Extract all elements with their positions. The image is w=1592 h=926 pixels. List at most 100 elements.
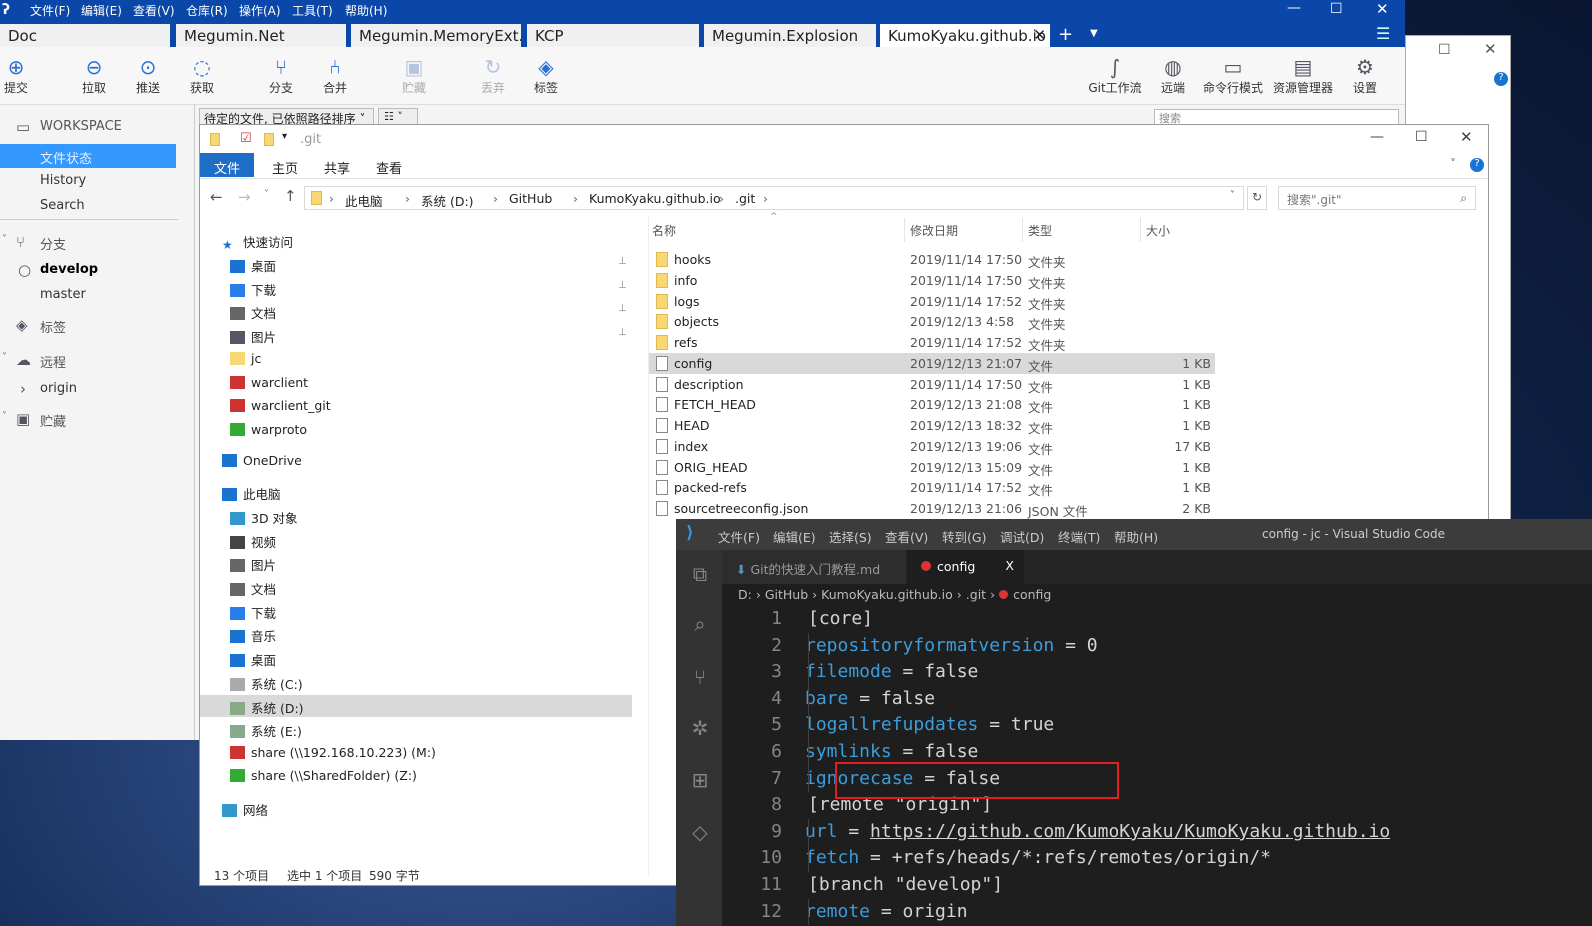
close-button[interactable]: ✕	[1484, 40, 1497, 58]
toolbar-button-terminal[interactable]: ▭ 命令行模式	[1203, 55, 1263, 96]
menu-item[interactable]: 工具(T)	[292, 2, 333, 19]
file-row[interactable]: refs 2019/11/14 17:52 文件夹	[649, 332, 1215, 353]
sidebar-item[interactable]: Search	[0, 194, 195, 218]
help-icon[interactable]: ?	[1494, 72, 1508, 86]
breadcrumb-separator-icon[interactable]: ›	[763, 191, 768, 206]
menu-item[interactable]: 选择(S)	[829, 527, 872, 546]
pin-icon[interactable]: ⊥	[618, 327, 627, 338]
repo-tab[interactable]: Megumin.Net	[176, 24, 346, 47]
file-row[interactable]: ORIG_HEAD 2019/12/13 15:09 文件 1 KB	[649, 457, 1215, 478]
breadcrumb-separator-icon[interactable]: ›	[493, 191, 498, 206]
toolbar-button-plus-circle[interactable]: ⊕ 提交	[0, 55, 41, 96]
file-row[interactable]: sourcetreeconfig.json 2019/12/13 21:06 JSO…	[649, 498, 1215, 519]
breadcrumb-item[interactable]: 系统 (D:)	[421, 191, 474, 210]
nav-item[interactable]: 桌面	[230, 256, 276, 275]
sidebar-remotes[interactable]: ☁ ˅ 远程	[0, 348, 195, 372]
up-button[interactable]: ↑	[284, 187, 297, 205]
file-row[interactable]: hooks 2019/11/14 17:50 文件夹	[649, 249, 1215, 270]
column-header[interactable]: 类型	[1028, 222, 1052, 239]
file-row[interactable]: index 2019/12/13 19:06 文件 17 KB	[649, 436, 1215, 457]
breadcrumb-item[interactable]: config	[1013, 587, 1051, 602]
close-button[interactable]: ✕	[1460, 128, 1473, 146]
config-url-link[interactable]: https://github.com/KumoKyaku/KumoKyaku.g…	[870, 821, 1390, 842]
pin-icon[interactable]: ⊥	[618, 256, 627, 267]
expand-ribbon-icon[interactable]: ˅	[1450, 157, 1456, 171]
code-editor[interactable]: 1 [core] 2 repositoryformatversion = 0 3 file…	[676, 606, 1592, 926]
pin-icon[interactable]: ⊥	[618, 303, 627, 314]
remote-item-origin[interactable]: › origin	[0, 377, 195, 401]
toolbar-button-merge[interactable]: ⑃ 合并	[310, 55, 360, 96]
search-input[interactable]: 搜索	[1154, 109, 1399, 125]
editor-tab-active[interactable]: config X	[907, 550, 1024, 584]
menu-item[interactable]: 终端(T)	[1058, 527, 1100, 546]
toolbar-button-fetch[interactable]: ◌ 获取	[177, 55, 227, 96]
recent-locations-button[interactable]: ˅	[264, 189, 269, 200]
breadcrumb-item[interactable]: 此电脑	[345, 191, 383, 210]
column-header[interactable]: 名称	[652, 222, 676, 239]
file-row[interactable]: description 2019/11/14 17:50 文件 1 KB	[649, 374, 1215, 395]
ribbon-tab[interactable]: 主页	[258, 153, 312, 177]
nav-item[interactable]: 图片	[230, 555, 276, 574]
breadcrumb-separator-icon[interactable]: ›	[573, 191, 578, 206]
menu-item[interactable]: 编辑(E)	[773, 527, 816, 546]
menu-item[interactable]: 文件(F)	[30, 2, 70, 19]
toolbar-button-stash[interactable]: ▣ 贮藏	[389, 55, 439, 96]
explorer-icon[interactable]: ⧉	[688, 562, 712, 586]
nav-item[interactable]: 网络	[222, 800, 268, 819]
menu-item[interactable]: 文件(F)	[718, 527, 760, 546]
menu-item[interactable]: 帮助(H)	[345, 2, 387, 19]
breadcrumb-item[interactable]: KumoKyaku.github.io	[821, 587, 953, 602]
refresh-button[interactable]: ↻	[1247, 186, 1267, 210]
nav-item[interactable]: 系统 (C:)	[230, 674, 303, 693]
menu-item[interactable]: 查看(V)	[133, 2, 175, 19]
sidebar-stashes[interactable]: ▣ ˅ 贮藏	[0, 407, 195, 431]
sidebar-branches[interactable]: ⑂ ˅ 分支	[0, 230, 195, 254]
file-row[interactable]: packed-refs 2019/11/14 17:52 文件 1 KB	[649, 477, 1215, 498]
ribbon-tab[interactable]: 查看	[362, 153, 416, 177]
menu-item[interactable]: 转到(G)	[942, 527, 986, 546]
toolbar-button-push[interactable]: ⊙ 推送	[123, 55, 173, 96]
repo-tab[interactable]: Megumin.Explosion	[704, 24, 876, 47]
tabs-dropdown-icon[interactable]: ▼	[1090, 28, 1098, 39]
nav-item[interactable]: jc	[230, 351, 261, 366]
editor-tab[interactable]: ⬇ Git的快速入门教程.md	[722, 550, 906, 584]
close-button[interactable]: ✕	[1376, 0, 1389, 18]
sidebar-tags[interactable]: ◈ 标签	[0, 313, 195, 337]
column-divider[interactable]	[1140, 218, 1141, 242]
column-header[interactable]: 大小	[1146, 222, 1170, 239]
nav-item[interactable]: OneDrive	[222, 453, 302, 468]
file-row[interactable]: logs 2019/11/14 17:52 文件夹	[649, 291, 1215, 312]
toolbar-button-explorer[interactable]: ▤ 资源管理器	[1271, 55, 1335, 96]
sidebar-workspace[interactable]: ▭ WORKSPACE	[0, 115, 195, 139]
nav-item[interactable]: 此电脑	[222, 484, 281, 503]
minimize-button[interactable]: —	[1370, 129, 1384, 145]
menu-item[interactable]: 编辑(E)	[81, 2, 122, 19]
menu-item[interactable]: 查看(V)	[885, 527, 928, 546]
help-icon[interactable]: ?	[1470, 158, 1484, 172]
nav-item[interactable]: 音乐	[230, 626, 276, 645]
nav-item[interactable]: 视频	[230, 532, 276, 551]
menu-item[interactable]: 帮助(H)	[1114, 527, 1158, 546]
toolbar-button-branch[interactable]: ⑂ 分支	[256, 55, 306, 96]
new-tab-button[interactable]: +	[1058, 24, 1073, 45]
properties-icon[interactable]: ☑	[240, 131, 252, 146]
search-input[interactable]: 搜索".git" ⌕	[1278, 186, 1476, 210]
forward-button[interactable]: →	[238, 188, 251, 206]
breadcrumb-separator-icon[interactable]: ›	[329, 191, 334, 206]
hamburger-menu-icon[interactable]: ☰	[1376, 24, 1390, 43]
toolbar-button-gear[interactable]: ⚙ 设置	[1340, 55, 1390, 96]
maximize-button[interactable]: ☐	[1415, 129, 1428, 145]
nav-item[interactable]: ★ 快速访问	[222, 232, 293, 252]
maximize-button[interactable]: ☐	[1330, 1, 1343, 17]
nav-item[interactable]: 文档	[230, 579, 276, 598]
back-button[interactable]: ←	[210, 188, 223, 206]
repo-tab[interactable]: Doc	[0, 24, 170, 47]
repo-tab[interactable]: KCP	[527, 24, 699, 47]
nav-item[interactable]: warclient	[230, 375, 308, 390]
column-divider[interactable]	[904, 218, 905, 242]
toolbar-button-pull[interactable]: ⊖ 拉取	[69, 55, 119, 96]
nav-item[interactable]: 系统 (D:)	[230, 698, 304, 717]
nav-item[interactable]: share (\\SharedFolder) (Z:)	[230, 768, 417, 783]
file-row[interactable]: HEAD 2019/12/13 18:32 文件 1 KB	[649, 415, 1215, 436]
nav-item[interactable]: share (\\192.168.10.223) (M:)	[230, 745, 436, 760]
